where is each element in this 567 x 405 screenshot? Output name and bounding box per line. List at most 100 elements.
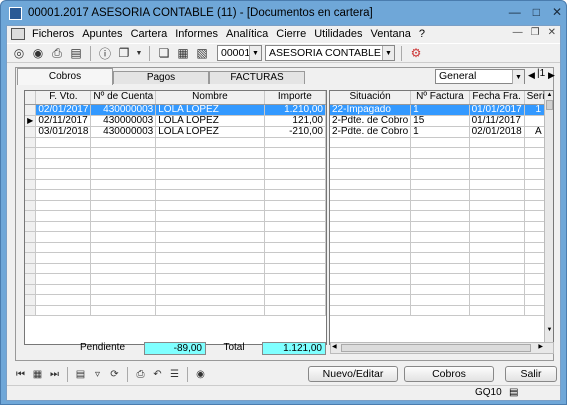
cell-vto[interactable]: 03/01/2018 <box>35 126 92 138</box>
nav-prev-icon[interactable]: ◀ <box>528 70 535 81</box>
column-header[interactable]: Fecha Fra. <box>469 91 525 105</box>
chevron-down-icon[interactable]: ▼ <box>249 46 261 60</box>
company-code-combo[interactable]: 00001 ▼ <box>217 45 262 61</box>
cell-vto[interactable]: 02/11/2017 <box>35 115 92 127</box>
table-row[interactable]: 22-Impagado 1 01/01/2017 1 <box>330 104 553 116</box>
document-icon[interactable]: ▤ <box>73 367 88 382</box>
maximize-icon[interactable]: □ <box>533 5 540 19</box>
empty-cell <box>410 252 470 264</box>
cell-vto[interactable]: 02/01/2017 <box>35 104 92 116</box>
tab-pagos[interactable]: Pagos <box>113 71 209 84</box>
first-record-icon[interactable]: ⏮ <box>13 367 28 382</box>
menu-utilidades[interactable]: Utilidades <box>310 28 366 40</box>
view-select[interactable]: General ▼ <box>435 69 525 84</box>
cell-factura[interactable]: 15 <box>410 115 470 127</box>
cell-nombre[interactable]: LOLA LOPEZ <box>155 115 265 127</box>
cell-fecha[interactable]: 01/01/2017 <box>469 104 525 116</box>
empty-cell <box>155 189 265 201</box>
empty-cell <box>330 305 412 316</box>
vertical-scrollbar[interactable]: ▲ ▼ <box>544 91 553 344</box>
cell-situacion[interactable]: 22-Impagado <box>330 104 412 116</box>
menu-help[interactable]: ? <box>415 28 429 40</box>
cell-situacion[interactable]: 2-Pdte. de Cobro <box>330 126 412 138</box>
cell-nombre[interactable]: LOLA LOPEZ <box>155 104 265 116</box>
exit-icon[interactable]: ⚙ <box>408 45 424 61</box>
search-icon[interactable]: ◉ <box>30 45 46 61</box>
menu-cierre[interactable]: Cierre <box>272 28 310 40</box>
scroll-down-icon[interactable]: ▼ <box>545 326 553 335</box>
empty-row <box>25 242 326 253</box>
menu-cartera[interactable]: Cartera <box>127 28 172 40</box>
menu-ficheros[interactable]: Ficheros <box>28 28 78 40</box>
printer-icon[interactable]: ⎙ <box>49 45 65 61</box>
column-header[interactable]: F. Vto. <box>35 91 92 105</box>
calendar-icon[interactable]: ▧ <box>194 45 210 61</box>
copy-icon[interactable]: ❏ <box>156 45 172 61</box>
table-row[interactable]: 03/01/2018 430000003 LOLA LOPEZ -210,00 <box>25 126 326 138</box>
filter-icon[interactable]: ▿ <box>90 367 105 382</box>
menu-informes[interactable]: Informes <box>171 28 222 40</box>
scroll-left-icon[interactable]: ◀ <box>332 343 337 350</box>
nuevo-editar-button[interactable]: Nuevo/Editar <box>308 366 398 382</box>
salir-button[interactable]: Salir <box>505 366 557 382</box>
table-row[interactable]: 2-Pdte. de Cobro 1 02/01/2018 A <box>330 126 553 138</box>
menu-analitica[interactable]: Analítica <box>222 28 272 40</box>
cell-fecha[interactable]: 01/11/2017 <box>469 115 525 127</box>
close-icon[interactable]: ✕ <box>552 5 562 19</box>
cell-nombre[interactable]: LOLA LOPEZ <box>155 126 265 138</box>
undo-icon[interactable]: ↶ <box>150 367 165 382</box>
scroll-up-icon[interactable]: ▲ <box>545 91 553 100</box>
nav-next-icon[interactable]: ▶ <box>548 70 555 81</box>
document-menu-icon[interactable] <box>11 28 25 40</box>
column-header[interactable]: Nombre <box>155 91 265 105</box>
cobros-button[interactable]: Cobros <box>404 366 494 382</box>
tab-cobros[interactable]: Cobros <box>17 68 113 85</box>
mdi-restore-icon[interactable]: ❐ <box>531 27 540 38</box>
refresh-icon[interactable]: ⟳ <box>107 367 122 382</box>
tab-facturas[interactable]: FACTURAS <box>209 71 305 84</box>
mdi-minimize-icon[interactable]: — <box>513 27 523 38</box>
column-header[interactable]: Nº de Cuenta <box>90 91 157 105</box>
cell-factura[interactable]: 1 <box>410 104 470 116</box>
table-row[interactable]: 2-Pdte. de Cobro 15 01/11/2017 <box>330 115 553 127</box>
table-row[interactable]: ▶ 02/11/2017 430000003 LOLA LOPEZ 121,00 <box>25 115 326 127</box>
cell-cuenta[interactable]: 430000003 <box>90 126 157 138</box>
cell-cuenta[interactable]: 430000003 <box>90 104 157 116</box>
company-name-combo[interactable]: ASESORIA CONTABLE ▼ <box>265 45 395 61</box>
empty-cell <box>330 263 412 274</box>
cell-importe[interactable]: 1.210,00 <box>264 104 326 116</box>
last-record-icon[interactable]: ⏭ <box>47 367 62 382</box>
columns-icon[interactable]: ☰ <box>167 367 182 382</box>
export-icon[interactable]: ▤ <box>68 45 84 61</box>
column-header[interactable]: Situación <box>330 91 412 105</box>
windows-icon[interactable]: ❐ <box>116 45 132 61</box>
cell-situacion[interactable]: 2-Pdte. de Cobro <box>330 115 412 127</box>
info-icon[interactable]: ⓘ <box>97 45 113 61</box>
chevron-down-icon[interactable]: ▼ <box>382 46 394 60</box>
hscroll-thumb[interactable] <box>341 344 531 352</box>
mdi-close-icon[interactable]: ✕ <box>548 27 556 38</box>
menu-ventana[interactable]: Ventana <box>367 28 415 40</box>
empty-cell <box>410 221 470 232</box>
calendar-icon[interactable]: ▦ <box>30 367 45 382</box>
table-row[interactable]: 02/01/2017 430000003 LOLA LOPEZ 1.210,00 <box>25 104 326 116</box>
chevron-down-icon[interactable]: ▼ <box>512 70 524 84</box>
cell-importe[interactable]: 121,00 <box>264 115 326 127</box>
minimize-icon[interactable]: — <box>509 5 521 19</box>
printer-icon[interactable]: ⎙ <box>133 367 148 382</box>
cell-fecha[interactable]: 02/01/2018 <box>469 126 525 138</box>
empty-cell <box>264 168 326 180</box>
eye-icon[interactable]: ◉ <box>193 367 208 382</box>
calculator-icon[interactable]: ▦ <box>175 45 191 61</box>
cell-importe[interactable]: -210,00 <box>264 126 326 138</box>
cell-cuenta[interactable]: 430000003 <box>90 115 157 127</box>
horizontal-scrollbar[interactable]: ◀ ▶ <box>330 342 554 354</box>
column-header[interactable]: Importe <box>264 91 326 105</box>
binoculars-icon[interactable]: ◎ <box>11 45 27 61</box>
menu-apuntes[interactable]: Apuntes <box>78 28 126 40</box>
cell-factura[interactable]: 1 <box>410 126 470 138</box>
column-header[interactable]: Nº Factura <box>410 91 470 105</box>
scroll-right-icon[interactable]: ▶ <box>538 343 543 350</box>
scroll-thumb[interactable] <box>546 100 553 110</box>
dropdown-arrow-icon[interactable]: ▼ <box>135 45 143 61</box>
